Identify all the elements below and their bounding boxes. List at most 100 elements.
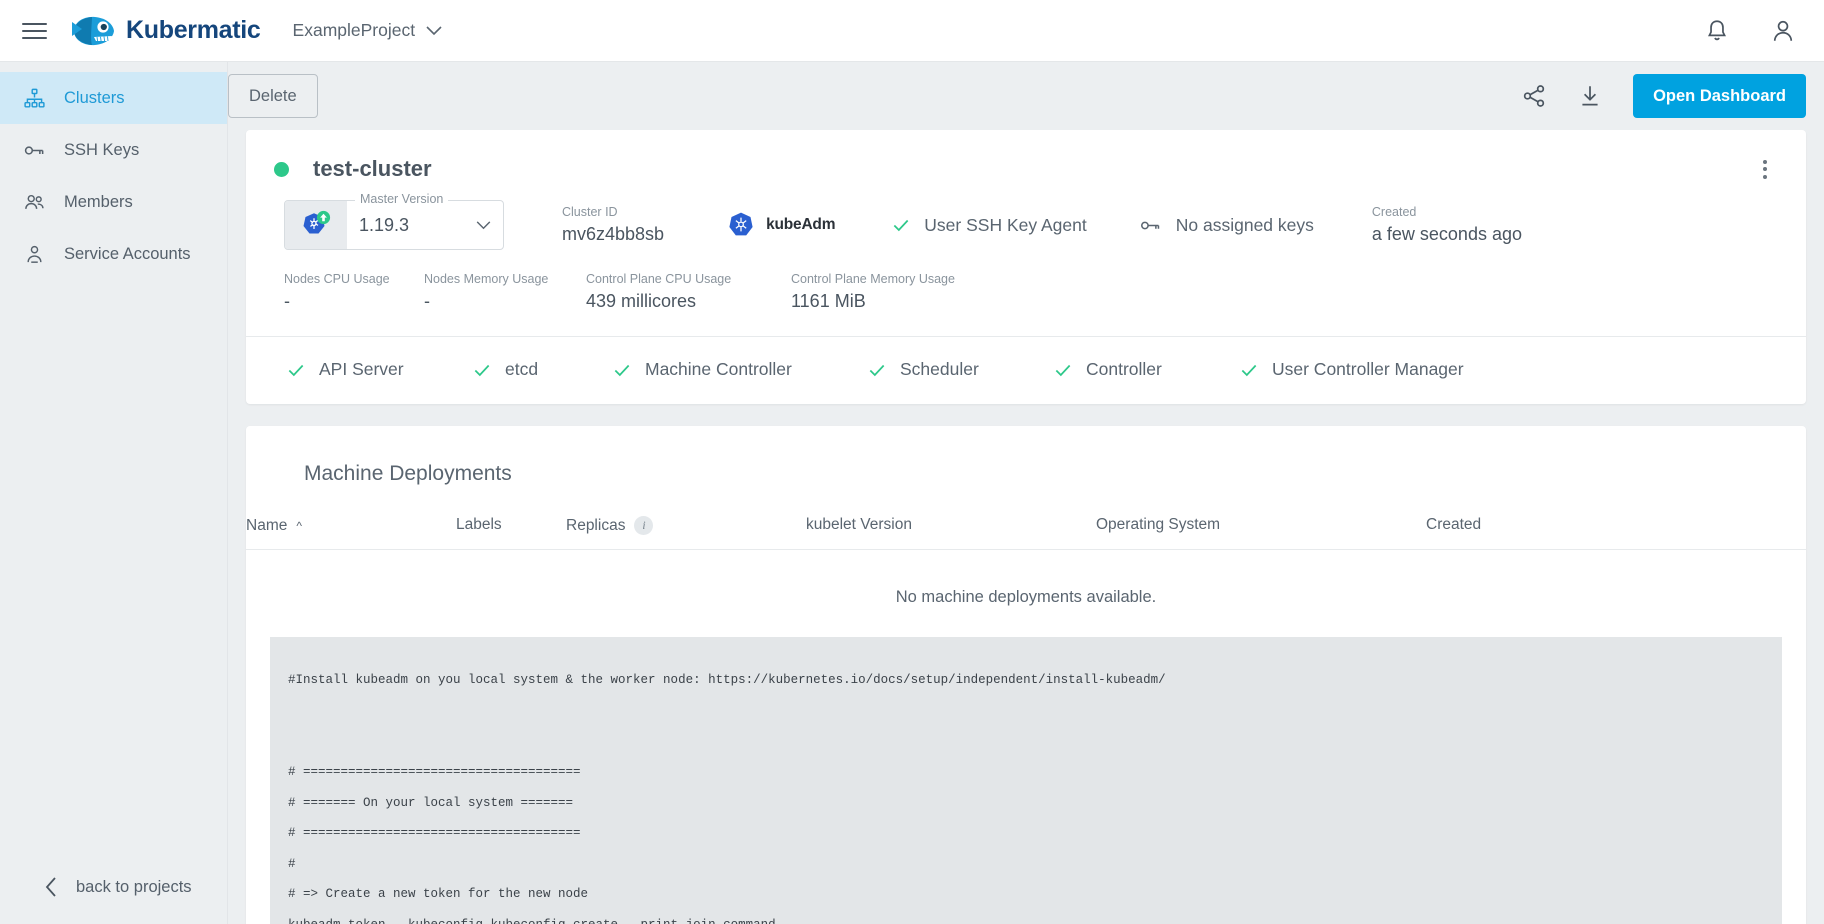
top-bar-actions <box>1704 18 1796 44</box>
sidebar-item-ssh-keys[interactable]: SSH Keys <box>0 124 227 176</box>
sidebar-item-label: SSH Keys <box>64 140 140 159</box>
more-options-icon[interactable] <box>1752 156 1778 182</box>
cluster-health-row: API Server etcd Machine Controller Sched… <box>246 337 1806 404</box>
column-label: Name <box>246 516 288 534</box>
chevron-down-icon <box>426 25 442 35</box>
user-icon[interactable] <box>1770 18 1796 44</box>
project-name: ExampleProject <box>292 20 416 40</box>
health-machine-controller: Machine Controller <box>612 359 867 380</box>
download-icon[interactable] <box>1577 83 1603 109</box>
column-header-created: Created <box>1426 516 1482 533</box>
cluster-metrics-row: Nodes CPU Usage - Nodes Memory Usage - C… <box>246 250 1806 336</box>
brand: Kubermatic <box>70 12 261 50</box>
cluster-toolbar: Delete Open Dashboard <box>228 62 1824 130</box>
health-label: Controller <box>1086 359 1162 379</box>
kubermatic-logo-icon <box>72 16 114 45</box>
machine-deployments-card: Machine Deployments Name ^ Labels Replic… <box>246 426 1806 924</box>
metric-label: Nodes Memory Usage <box>424 272 549 286</box>
health-label: etcd <box>505 359 539 379</box>
metric-value: - <box>424 291 430 311</box>
created-block: Created a few seconds ago <box>1372 205 1522 245</box>
health-user-controller-manager: User Controller Manager <box>1239 359 1464 380</box>
metric-nodes-memory: Nodes Memory Usage - <box>424 272 586 312</box>
assigned-keys-label: No assigned keys <box>1175 214 1314 235</box>
share-icon[interactable] <box>1521 83 1547 109</box>
health-controller: Controller <box>1053 359 1239 380</box>
delete-button[interactable]: Delete <box>228 74 318 118</box>
master-version-legend: Master Version <box>355 192 449 206</box>
content-area: Delete Open Dashboard test-cluster Maste… <box>228 62 1824 924</box>
metric-value: - <box>284 291 290 311</box>
back-to-projects-label: back to projects <box>76 877 192 896</box>
kubernetes-upgrade-icon <box>285 201 347 249</box>
metric-value: 1161 MiB <box>791 291 866 311</box>
clusters-icon <box>22 86 46 110</box>
health-scheduler: Scheduler <box>867 359 1053 380</box>
scroll-region: test-cluster Master Version 1.19.3 Clust… <box>228 130 1824 924</box>
bell-icon[interactable] <box>1704 18 1730 44</box>
provider-name: kubeAdm <box>766 216 836 233</box>
sidebar: Clusters SSH Keys Members Service Accoun… <box>0 62 228 924</box>
assigned-keys-block: No assigned keys <box>1139 214 1314 237</box>
check-icon <box>894 219 909 232</box>
sidebar-item-members[interactable]: Members <box>0 176 227 228</box>
check-icon <box>1055 364 1071 376</box>
back-to-projects-button[interactable]: back to projects <box>0 850 227 924</box>
health-label: Scheduler <box>900 359 979 379</box>
metric-value: 439 millicores <box>586 291 697 311</box>
chevron-down-icon <box>476 220 491 229</box>
ssh-key-agent-label: User SSH Key Agent <box>924 214 1087 235</box>
check-icon <box>614 364 630 376</box>
chevron-left-icon <box>45 877 56 897</box>
cluster-header: test-cluster <box>246 130 1806 192</box>
hamburger-icon[interactable] <box>22 18 48 44</box>
check-icon <box>288 364 304 376</box>
health-label: API Server <box>319 359 404 379</box>
master-version-value-wrap: Master Version 1.19.3 <box>347 192 503 249</box>
service-accounts-icon <box>22 242 46 266</box>
metric-label: Control Plane CPU Usage <box>586 272 732 286</box>
project-selector[interactable]: ExampleProject <box>293 20 443 41</box>
members-icon <box>22 190 46 214</box>
column-header-replicas: Replicas i <box>566 516 806 535</box>
kubeadm-icon <box>729 212 753 236</box>
metric-control-plane-memory: Control Plane Memory Usage 1161 MiB <box>791 272 955 312</box>
column-header-kubelet-version: kubelet Version <box>806 516 912 533</box>
cluster-card: test-cluster Master Version 1.19.3 Clust… <box>246 130 1806 404</box>
top-bar: Kubermatic ExampleProject <box>0 0 1824 62</box>
metric-nodes-cpu: Nodes CPU Usage - <box>284 272 424 312</box>
sidebar-item-label: Clusters <box>64 88 125 107</box>
key-icon <box>22 138 46 162</box>
master-version-value: 1.19.3 <box>359 214 410 235</box>
key-icon <box>1140 221 1159 229</box>
health-etcd: etcd <box>472 359 612 380</box>
sort-ascending-icon: ^ <box>296 518 302 533</box>
health-label: Machine Controller <box>645 359 792 379</box>
ssh-key-agent-block: User SSH Key Agent <box>891 214 1087 236</box>
cluster-id-value: mv6z4bb8sb <box>562 224 665 244</box>
cluster-name: test-cluster <box>313 156 432 181</box>
metric-label: Nodes CPU Usage <box>284 272 390 286</box>
machine-deployments-table-header: Name ^ Labels Replicas i kubelet Version… <box>246 516 1806 550</box>
check-icon <box>869 364 885 376</box>
info-icon[interactable]: i <box>634 516 654 535</box>
brand-name: Kubermatic <box>126 16 261 44</box>
join-command-code-block[interactable]: #Install kubeadm on you local system & t… <box>270 637 1782 924</box>
body: Clusters SSH Keys Members Service Accoun… <box>0 62 1824 924</box>
created-value: a few seconds ago <box>1371 224 1522 244</box>
created-label: Created <box>1371 205 1417 219</box>
master-version-select[interactable]: Master Version 1.19.3 <box>284 192 504 250</box>
provider-block: kubeAdm <box>726 210 835 240</box>
column-header-name[interactable]: Name ^ <box>246 516 456 535</box>
open-dashboard-button[interactable]: Open Dashboard <box>1633 74 1806 118</box>
sidebar-item-clusters[interactable]: Clusters <box>0 72 227 124</box>
column-header-operating-system: Operating System <box>1096 516 1221 533</box>
cluster-id-label: Cluster ID <box>562 205 618 219</box>
app-root: Kubermatic ExampleProject Clusters SSH K… <box>0 0 1824 924</box>
sidebar-item-label: Service Accounts <box>64 244 191 263</box>
toolbar-actions: Open Dashboard <box>1521 74 1806 118</box>
cluster-summary-row: Master Version 1.19.3 Cluster ID mv6z4bb… <box>246 192 1806 250</box>
sidebar-item-service-accounts[interactable]: Service Accounts <box>0 228 227 280</box>
column-label: Replicas <box>566 516 626 534</box>
status-badge <box>274 161 289 177</box>
